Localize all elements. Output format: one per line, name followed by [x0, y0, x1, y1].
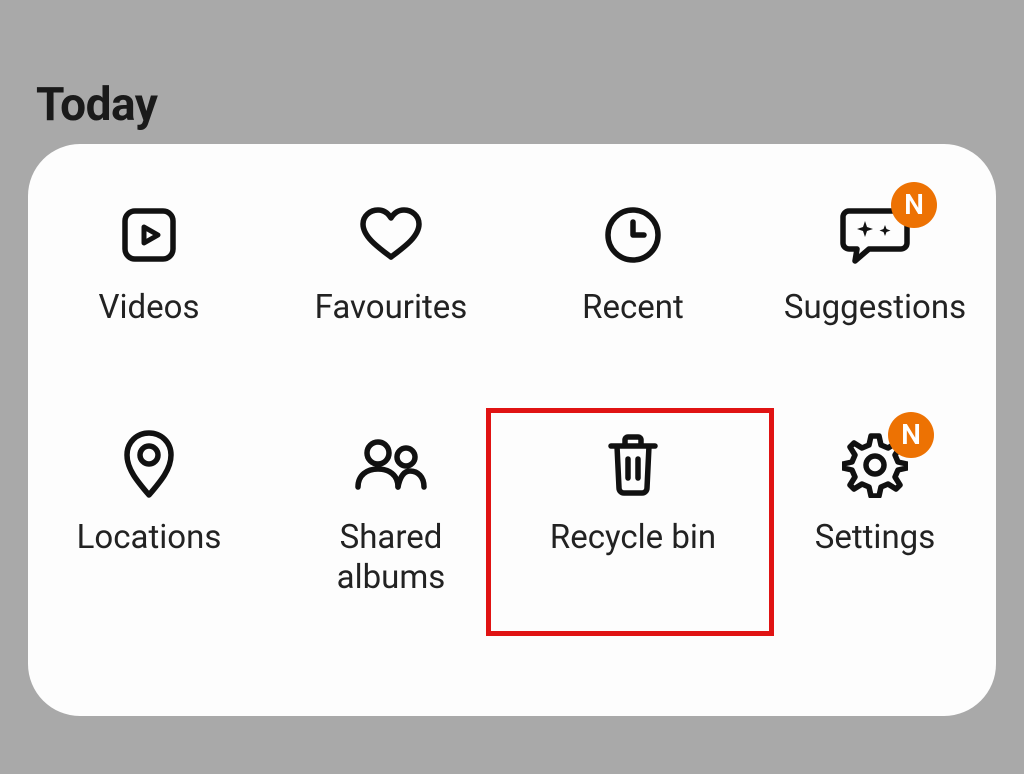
menu-item-locations[interactable]: Locations — [28, 426, 270, 716]
menu-item-label: Videos — [99, 288, 200, 328]
menu-item-favourites[interactable]: Favourites — [270, 196, 512, 426]
page-title: Today — [36, 78, 157, 132]
menu-item-recycle-bin[interactable]: Recycle bin — [512, 426, 754, 716]
menu-grid: Videos Favourites Recent — [28, 144, 996, 716]
menu-item-settings[interactable]: N Settings — [754, 426, 996, 716]
clock-icon — [603, 196, 663, 274]
menu-item-suggestions[interactable]: N Suggestions — [754, 196, 996, 426]
location-icon — [121, 426, 177, 504]
gear-icon: N — [842, 426, 908, 504]
new-badge: N — [888, 412, 934, 458]
menu-item-label: Shared albums — [291, 518, 491, 599]
menu-item-shared-albums[interactable]: Shared albums — [270, 426, 512, 716]
menu-item-label: Favourites — [315, 288, 468, 328]
videos-icon — [119, 196, 179, 274]
suggestions-icon: N — [839, 196, 911, 274]
menu-item-label: Settings — [815, 518, 936, 558]
menu-card: Videos Favourites Recent — [28, 144, 996, 716]
people-icon — [354, 426, 428, 504]
menu-item-label: Suggestions — [784, 288, 966, 328]
menu-item-label: Locations — [77, 518, 222, 558]
menu-item-videos[interactable]: Videos — [28, 196, 270, 426]
menu-item-recent[interactable]: Recent — [512, 196, 754, 426]
trash-icon — [605, 426, 661, 504]
menu-item-label: Recent — [582, 288, 684, 328]
heart-icon — [357, 196, 425, 274]
new-badge: N — [891, 182, 937, 228]
menu-item-label: Recycle bin — [550, 518, 716, 558]
